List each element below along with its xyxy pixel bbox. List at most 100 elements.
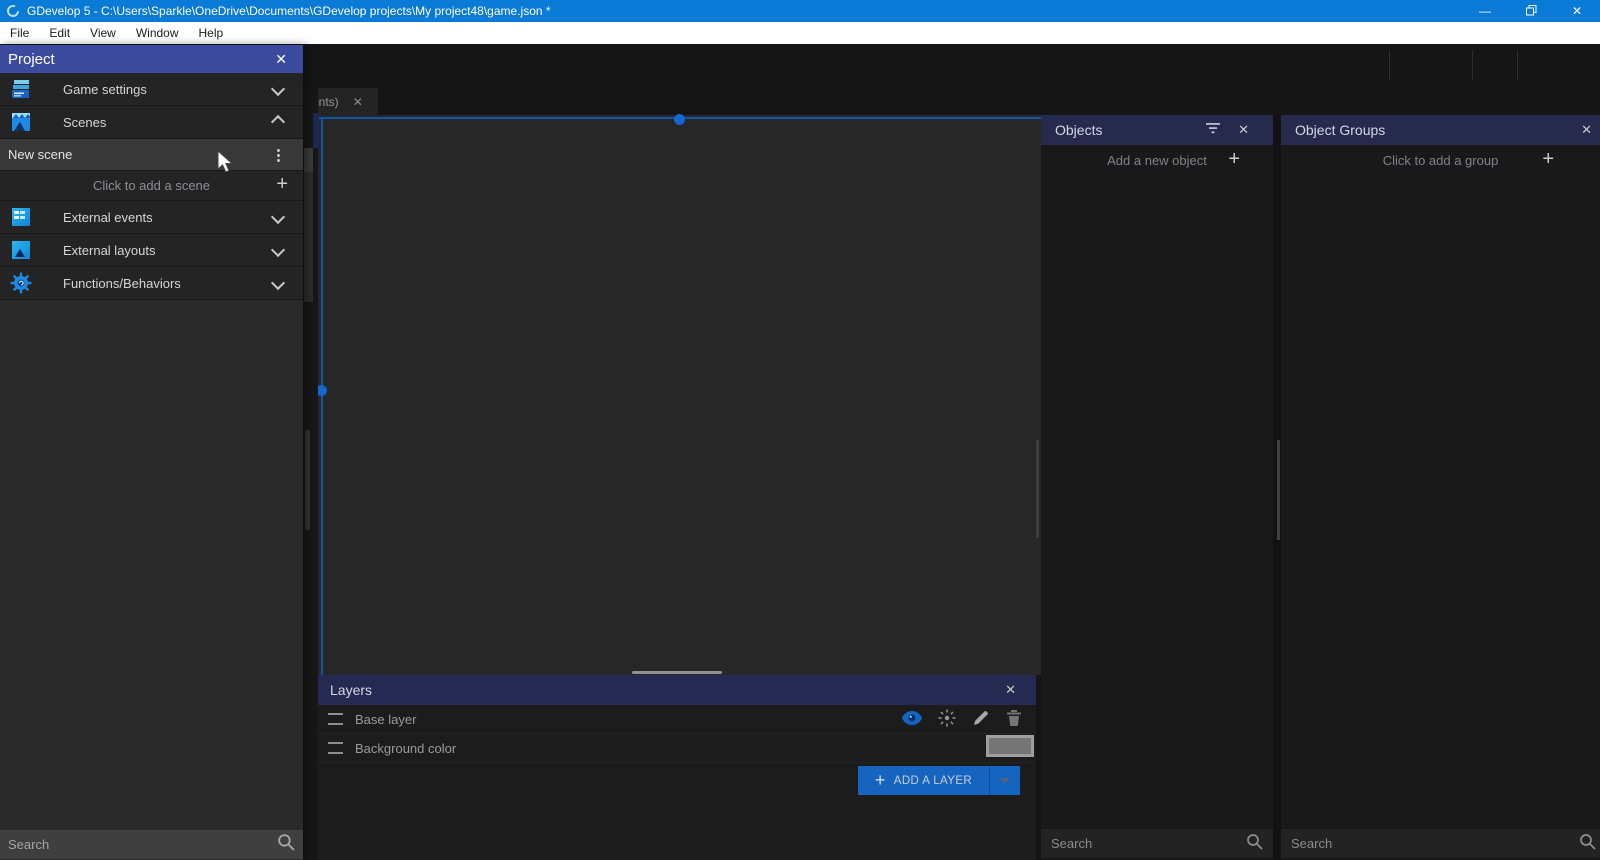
title-bar: GDevelop 5 - C:\Users\Sparkle\OneDrive\D… (0, 0, 1600, 22)
objects-scrollbar-thumb[interactable] (1277, 440, 1280, 540)
external-events-icon (10, 206, 32, 228)
close-window-button[interactable]: ✕ (1554, 0, 1600, 22)
menu-edit[interactable]: Edit (39, 22, 80, 44)
gdevelop-window: GDevelop 5 - C:\Users\Sparkle\OneDrive\D… (0, 0, 1600, 860)
effects-icon[interactable] (938, 709, 956, 730)
objects-search-input[interactable] (1051, 836, 1246, 851)
layer-label: Base layer (355, 712, 416, 727)
search-icon (277, 833, 295, 856)
objects-close-icon[interactable]: ✕ (1238, 122, 1249, 138)
add-layer-button[interactable]: + ADD A LAYER (858, 766, 1020, 795)
close-icon: ✕ (1572, 5, 1582, 17)
scene-list-item-new-scene[interactable]: New scene ⋮ (0, 139, 303, 171)
add-object-label: Add a new object (1107, 153, 1207, 168)
restore-button[interactable] (1508, 0, 1554, 22)
delete-trash-icon[interactable] (1006, 709, 1022, 730)
layer-row-base[interactable]: Base layer (318, 705, 1036, 734)
project-item-scenes[interactable]: Scenes (0, 106, 303, 139)
layers-close-icon[interactable]: ✕ (1005, 682, 1016, 698)
objects-header-icons: ✕ (1205, 122, 1273, 138)
project-panel-header: Project ✕ (0, 45, 303, 73)
plus-icon: + (1542, 149, 1554, 169)
object-groups-panel-header: Object Groups ✕ (1281, 115, 1600, 145)
drag-handle-icon[interactable] (328, 713, 343, 725)
tab-close-icon[interactable]: ✕ (353, 95, 363, 109)
menu-file[interactable]: File (0, 22, 39, 44)
menu-window[interactable]: Window (126, 22, 189, 44)
filter-icon[interactable] (1205, 122, 1221, 138)
object-groups-close-icon[interactable]: ✕ (1581, 122, 1600, 138)
project-item-external-events[interactable]: External events (0, 201, 303, 234)
groups-search-input[interactable] (1291, 836, 1579, 851)
hidden-panel-sliver (304, 148, 313, 172)
project-item-label: Game settings (63, 82, 147, 97)
chevron-down-icon (271, 210, 285, 224)
objects-panel-title: Objects (1055, 122, 1102, 138)
layers-panel-resize-handle[interactable] (632, 671, 722, 674)
project-item-label: Scenes (63, 115, 106, 130)
add-group-label: Click to add a group (1383, 153, 1499, 168)
object-groups-panel-title: Object Groups (1295, 122, 1385, 138)
menu-view[interactable]: View (80, 22, 126, 44)
kebab-menu-icon[interactable]: ⋮ (271, 146, 286, 164)
hidden-panel-sliver (304, 172, 313, 302)
canvas-vertical-scrollbar[interactable] (1036, 440, 1039, 538)
project-close-icon[interactable]: ✕ (275, 51, 287, 68)
plus-icon: + (276, 174, 288, 194)
search-icon (1246, 833, 1263, 855)
project-panel-title: Project (8, 51, 55, 68)
project-item-label: External events (63, 210, 153, 225)
restore-icon (1526, 5, 1537, 18)
gdevelop-logo-icon (6, 4, 20, 18)
toolbar-separator (1517, 50, 1518, 80)
layers-panel-header: Layers ✕ (318, 675, 1036, 705)
plus-icon: + (1228, 149, 1240, 169)
scene-canvas[interactable] (318, 115, 1041, 675)
add-object-row[interactable]: Add a new object + (1041, 145, 1273, 176)
project-item-external-layouts[interactable]: External layouts (0, 234, 303, 267)
layer-actions (902, 709, 1036, 730)
background-color-swatch[interactable] (986, 735, 1034, 757)
chevron-down-icon (271, 243, 285, 257)
functions-behaviors-gear-icon (10, 272, 32, 294)
project-search-bar (0, 830, 303, 859)
visibility-eye-icon[interactable] (902, 711, 922, 728)
project-item-game-settings[interactable]: Game settings (0, 73, 303, 106)
menu-bar: File Edit View Window Help (0, 22, 1600, 44)
toolbar-separator (1389, 50, 1390, 80)
selection-border-left (321, 119, 323, 675)
layers-panel: Layers ✕ Base layer (318, 675, 1036, 860)
hidden-panel-sliver (313, 113, 319, 148)
scene-name: New scene (8, 147, 72, 162)
project-manager-panel: Project ✕ Game settings Scenes New scene… (0, 45, 303, 860)
selection-handle-top[interactable] (674, 114, 685, 125)
add-scene-row[interactable]: Click to add a scene + (0, 171, 303, 201)
chevron-up-icon (271, 115, 285, 129)
layers-panel-title: Layers (330, 682, 372, 698)
project-item-label: External layouts (63, 243, 156, 258)
layer-label: Background color (355, 741, 456, 756)
minimize-icon: — (1479, 5, 1491, 17)
window-title: GDevelop 5 - C:\Users\Sparkle\OneDrive\D… (27, 4, 551, 18)
add-layer-dropdown[interactable] (990, 778, 1020, 784)
plus-icon: + (875, 770, 886, 791)
external-layouts-icon (10, 239, 32, 261)
project-search-input[interactable] (8, 837, 277, 852)
add-scene-label: Click to add a scene (93, 178, 210, 193)
project-item-functions-behaviors[interactable]: Functions/Behaviors (0, 267, 303, 300)
chevron-down-icon (1000, 778, 1010, 784)
sliver-scrollbar-thumb[interactable] (305, 430, 310, 530)
chevron-down-icon (271, 82, 285, 96)
add-layer-main[interactable]: + ADD A LAYER (858, 770, 989, 791)
edit-pencil-icon[interactable] (972, 709, 990, 730)
window-controls: — ✕ (1462, 0, 1600, 22)
project-item-label: Functions/Behaviors (63, 276, 181, 291)
objects-search-bar (1041, 829, 1273, 858)
minimize-button[interactable]: — (1462, 0, 1508, 22)
search-icon (1579, 833, 1596, 855)
object-groups-panel: Object Groups ✕ Click to add a group + (1281, 115, 1600, 860)
menu-help[interactable]: Help (189, 22, 234, 44)
add-group-row[interactable]: Click to add a group + (1281, 145, 1600, 176)
layer-row-background[interactable]: Background color (318, 734, 1036, 763)
drag-handle-icon[interactable] (328, 742, 343, 754)
